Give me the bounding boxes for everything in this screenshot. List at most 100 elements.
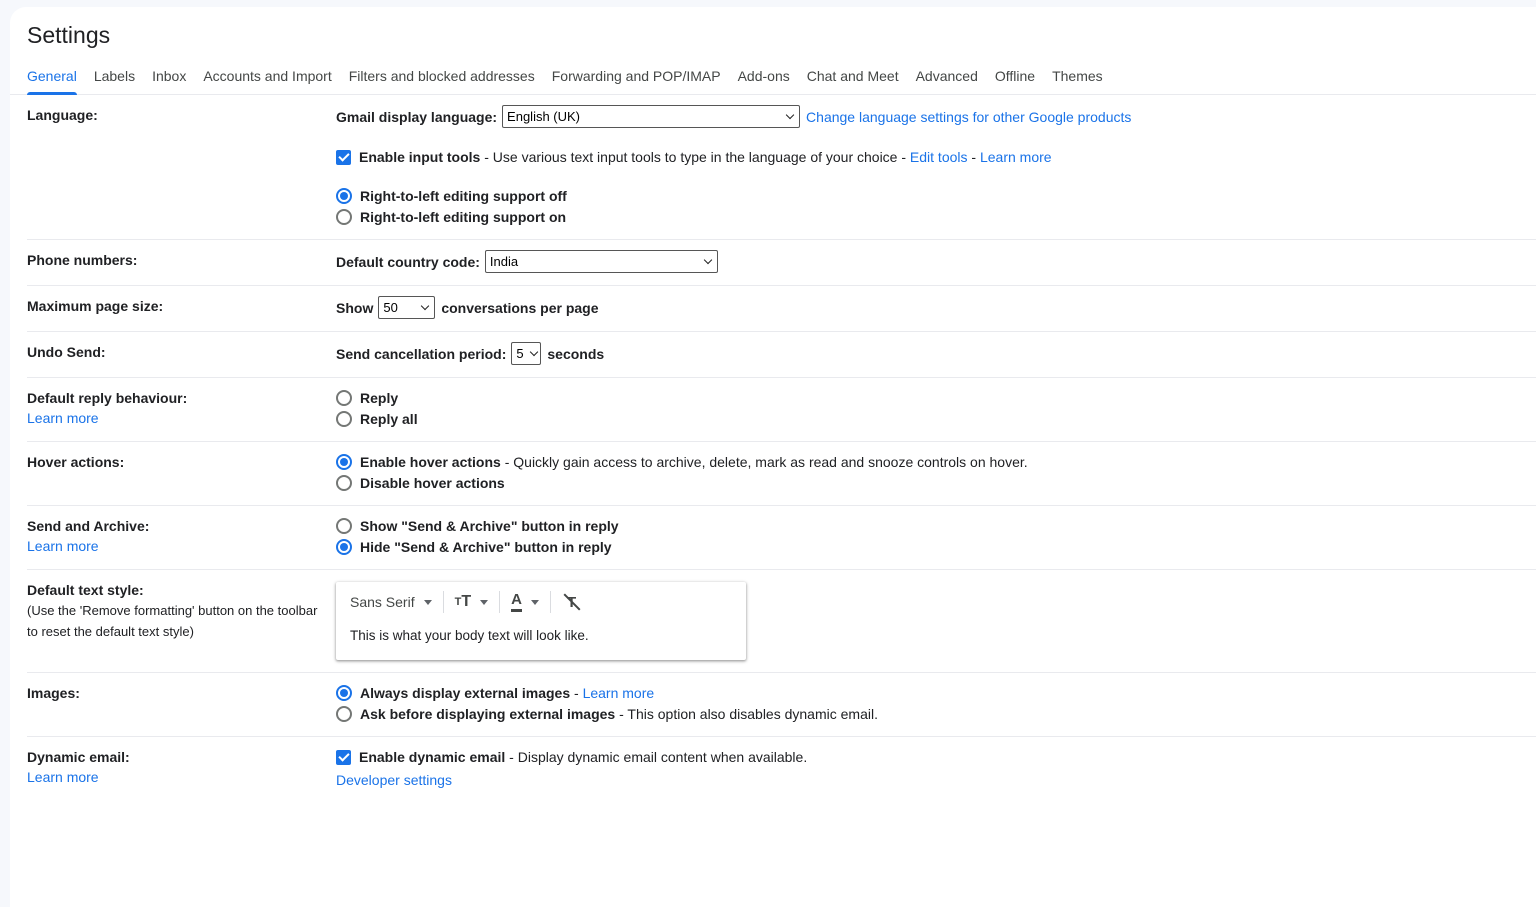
enable-dynamic-email-label: Enable dynamic email: [359, 749, 505, 765]
tab-labels[interactable]: Labels: [94, 68, 135, 94]
show-label: Show: [336, 298, 373, 318]
settings-row-default-text-style: Default text style: (Use the 'Remove for…: [27, 570, 1536, 673]
toolbar-divider: [443, 591, 444, 613]
default-reply-label: Default reply behaviour:: [27, 390, 187, 406]
enable-dynamic-email-checkbox[interactable]: [336, 750, 351, 765]
page-size-select[interactable]: 50: [378, 296, 435, 319]
enable-hover-actions-radio[interactable]: [336, 454, 352, 470]
phone-numbers-label: Phone numbers:: [27, 250, 336, 273]
hide-send-archive-radio[interactable]: [336, 539, 352, 555]
ask-before-display-images-radio[interactable]: [336, 706, 352, 722]
display-language-select[interactable]: English (UK): [502, 105, 800, 128]
settings-row-send-and-archive: Send and Archive: Learn more Show "Send …: [27, 506, 1536, 570]
text-size-icon: T: [455, 597, 462, 608]
show-send-archive-radio[interactable]: [336, 518, 352, 534]
country-code-select-wrap: India: [485, 250, 718, 273]
settings-row-images: Images: Always display external images -…: [27, 673, 1536, 737]
settings-row-default-reply: Default reply behaviour: Learn more Repl…: [27, 378, 1536, 442]
default-country-code-field-label: Default country code:: [336, 252, 480, 272]
settings-row-max-page-size: Maximum page size: Show 50 conversations…: [27, 286, 1536, 332]
hover-actions-label: Hover actions:: [27, 452, 336, 493]
chevron-down-icon: [424, 600, 432, 605]
developer-settings-link[interactable]: Developer settings: [336, 770, 452, 790]
enable-dynamic-email-desc: - Display dynamic email content when ava…: [505, 749, 807, 765]
text-style-preview-box: Sans Serif TT A: [336, 582, 746, 660]
remove-formatting-icon: T: [562, 592, 582, 612]
font-family-value: Sans Serif: [350, 592, 415, 612]
rtl-support-off-radio[interactable]: [336, 188, 352, 204]
text-color-dropdown[interactable]: A: [511, 592, 539, 612]
remove-formatting-button[interactable]: T: [562, 592, 582, 612]
always-display-images-label: Always display external images: [360, 685, 570, 701]
text-color-icon: A: [511, 592, 522, 612]
cancellation-period-select[interactable]: 5: [511, 342, 541, 365]
separator-dash: -: [968, 149, 980, 165]
hide-send-archive-label: Hide "Send & Archive" button in reply: [360, 537, 612, 557]
tab-offline[interactable]: Offline: [995, 68, 1035, 94]
toolbar-divider: [550, 591, 551, 613]
chevron-down-icon: [480, 600, 488, 605]
text-size-dropdown[interactable]: TT: [455, 594, 489, 610]
toolbar-divider: [499, 591, 500, 613]
rtl-support-off-label: Right-to-left editing support off: [360, 186, 567, 206]
send-and-archive-label: Send and Archive:: [27, 518, 149, 534]
enable-input-tools-checkbox[interactable]: [336, 150, 351, 165]
settings-row-language: Language: Gmail display language: Englis…: [27, 95, 1536, 240]
reply-all-radio[interactable]: [336, 411, 352, 427]
tab-accounts-and-import[interactable]: Accounts and Import: [203, 68, 331, 94]
show-send-archive-label: Show "Send & Archive" button in reply: [360, 516, 619, 536]
reply-all-option-label: Reply all: [360, 409, 418, 429]
dynamic-email-learn-more-link[interactable]: Learn more: [27, 767, 326, 787]
reply-option-label: Reply: [360, 388, 398, 408]
reply-radio[interactable]: [336, 390, 352, 406]
images-learn-more-link[interactable]: Learn more: [583, 685, 655, 701]
settings-row-dynamic-email: Dynamic email: Learn more Enable dynamic…: [27, 737, 1536, 802]
undo-send-label: Undo Send:: [27, 342, 336, 365]
language-label: Language:: [27, 105, 336, 227]
display-language-select-wrap: English (UK): [502, 105, 800, 128]
max-page-size-label: Maximum page size:: [27, 296, 336, 319]
enable-input-tools-desc: - Use various text input tools to type i…: [480, 149, 910, 165]
cancellation-period-select-wrap: 5: [511, 342, 541, 365]
edit-tools-link[interactable]: Edit tools: [910, 149, 968, 165]
tab-advanced[interactable]: Advanced: [916, 68, 978, 94]
seconds-label: seconds: [547, 344, 604, 364]
disable-hover-actions-label: Disable hover actions: [360, 473, 505, 493]
default-reply-learn-more-link[interactable]: Learn more: [27, 408, 326, 428]
tab-chat-and-meet[interactable]: Chat and Meet: [807, 68, 899, 94]
chevron-down-icon: [531, 600, 539, 605]
enable-hover-actions-label: Enable hover actions: [360, 454, 501, 470]
default-text-style-label: Default text style:: [27, 582, 144, 598]
default-text-style-note: (Use the 'Remove formatting' button on t…: [27, 600, 326, 642]
settings-row-phone-numbers: Phone numbers: Default country code: Ind…: [27, 240, 1536, 286]
text-style-preview-text: This is what your body text will look li…: [336, 620, 746, 660]
ask-before-display-images-desc: - This option also disables dynamic emai…: [615, 706, 878, 722]
tab-inbox[interactable]: Inbox: [152, 68, 186, 94]
tab-themes[interactable]: Themes: [1052, 68, 1103, 94]
disable-hover-actions-radio[interactable]: [336, 475, 352, 491]
settings-row-undo-send: Undo Send: Send cancellation period: 5 s…: [27, 332, 1536, 378]
tab-general[interactable]: General: [27, 68, 77, 94]
rtl-support-on-radio[interactable]: [336, 209, 352, 225]
dynamic-email-label: Dynamic email:: [27, 749, 130, 765]
separator-dash: -: [570, 685, 582, 701]
display-language-field-label: Gmail display language:: [336, 107, 497, 127]
ask-before-display-images-label: Ask before displaying external images: [360, 706, 615, 722]
enable-hover-actions-desc: - Quickly gain access to archive, delete…: [501, 454, 1028, 470]
send-and-archive-learn-more-link[interactable]: Learn more: [27, 536, 326, 556]
always-display-images-radio[interactable]: [336, 685, 352, 701]
settings-row-hover-actions: Hover actions: Enable hover actions - Qu…: [27, 442, 1536, 506]
cancellation-period-field-label: Send cancellation period:: [336, 344, 506, 364]
tab-forwarding-and-pop-imap[interactable]: Forwarding and POP/IMAP: [552, 68, 721, 94]
enable-input-tools-label: Enable input tools: [359, 149, 480, 165]
page-title: Settings: [27, 7, 1536, 48]
country-code-select[interactable]: India: [485, 250, 718, 273]
rtl-support-on-label: Right-to-left editing support on: [360, 207, 566, 227]
settings-panel: Settings General Labels Inbox Accounts a…: [10, 7, 1536, 907]
tab-filters-and-blocked-addresses[interactable]: Filters and blocked addresses: [349, 68, 535, 94]
tab-add-ons[interactable]: Add-ons: [738, 68, 790, 94]
font-family-dropdown[interactable]: Sans Serif: [350, 592, 432, 612]
page-size-select-wrap: 50: [378, 296, 435, 319]
change-language-settings-link[interactable]: Change language settings for other Googl…: [806, 107, 1131, 127]
input-tools-learn-more-link[interactable]: Learn more: [980, 149, 1052, 165]
